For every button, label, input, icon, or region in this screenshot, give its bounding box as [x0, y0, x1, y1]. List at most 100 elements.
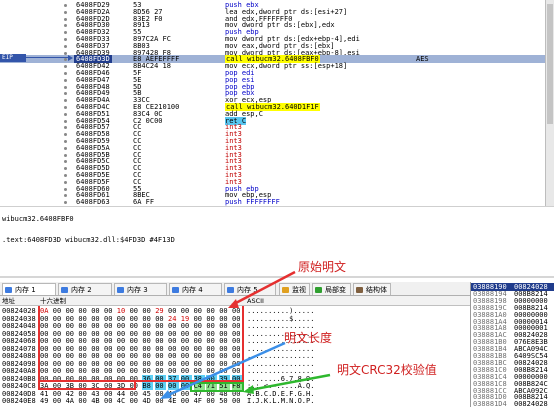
- tab-label: 内存 1: [15, 286, 36, 294]
- disasm-row[interactable]: 6408FD63 6A FF push FFFFFFFF: [0, 198, 545, 206]
- tab-icon: [61, 287, 68, 293]
- breakpoint-dot-icon[interactable]: [64, 180, 67, 184]
- header-hex: 十六进制: [40, 297, 66, 305]
- tab-dump-8[interactable]: 结构体: [353, 283, 391, 295]
- dump-byte[interactable]: 4F: [194, 397, 205, 405]
- pane-splitter[interactable]: [0, 276, 554, 278]
- dump-byte[interactable]: 4C: [117, 397, 128, 405]
- tab-dump-7[interactable]: 局部变量: [312, 283, 351, 306]
- disasm-address: 6408FD63: [76, 198, 110, 206]
- dump-address: 008240E8: [2, 397, 36, 405]
- tab-dump-2[interactable]: 内存 2: [58, 283, 112, 295]
- disassembly-scrollbar[interactable]: [545, 0, 554, 206]
- breakpoint-dot-icon[interactable]: [64, 78, 67, 82]
- dump-byte[interactable]: 50: [219, 397, 230, 405]
- breakpoint-dot-icon[interactable]: [64, 146, 67, 150]
- disassembly-pane[interactable]: 6408FD29 53 push ebx 6408FD2A 8D56 27 lea edx…: [0, 0, 554, 206]
- breakpoint-dot-icon[interactable]: [64, 112, 67, 116]
- breakpoint-dot-icon[interactable]: [64, 10, 67, 14]
- breakpoint-dot-icon[interactable]: [64, 24, 67, 28]
- dump-byte[interactable]: 00: [206, 397, 217, 405]
- dump-byte[interactable]: 4A: [66, 397, 77, 405]
- breakpoint-dot-icon[interactable]: [64, 119, 67, 123]
- breakpoint-dot-icon[interactable]: [64, 174, 67, 177]
- tab-dump-6[interactable]: 监视 1: [279, 283, 310, 306]
- memory-dump[interactable]: 00824028 0A 00 00 00 00 00 10 00 00 29 00 00 00 00 00 00…: [0, 306, 470, 407]
- tab-label: 结构体: [366, 286, 387, 294]
- scrollbar-thumb[interactable]: [547, 4, 553, 124]
- disasm-bytes: 6A FF: [133, 198, 155, 206]
- tab-label: 内存 3: [127, 286, 148, 294]
- tab-dump-3[interactable]: 内存 3: [114, 283, 167, 295]
- breakpoint-dot-icon[interactable]: [64, 160, 67, 164]
- breakpoint-dot-icon[interactable]: [64, 44, 67, 48]
- dump-tab-bar: 内存 1 内存 2 内存 3 内存 4 内存 5 监视 1局部变量 结构体: [0, 282, 470, 306]
- dump-row[interactable]: 008240E8 49 00 4A 00 4B 00 4C 00 4D 00 4E 00 4F 00 50 00…: [0, 397, 470, 405]
- tab-dump-5[interactable]: 内存 5: [224, 283, 276, 295]
- tab-icon: [315, 287, 322, 293]
- tab-icon: [172, 287, 179, 293]
- dump-byte[interactable]: 00: [78, 397, 89, 405]
- dump-byte[interactable]: 4D: [142, 397, 153, 405]
- annotation-plaintext: 原始明文: [298, 260, 347, 274]
- tab-icon: [117, 287, 124, 293]
- breakpoint-dot-icon[interactable]: [64, 4, 67, 7]
- tab-icon: [356, 287, 363, 293]
- plaintext-tail-box: [38, 380, 136, 390]
- breakpoint-dot-icon[interactable]: [64, 99, 67, 103]
- eip-arrow-icon: [68, 55, 73, 61]
- breakpoint-dot-icon[interactable]: [64, 194, 67, 198]
- tab-label: 内存 2: [71, 286, 92, 294]
- disasm-instruction: push FFFFFFFF: [225, 198, 280, 206]
- dump-byte[interactable]: 4E: [168, 397, 179, 405]
- dump-byte[interactable]: 00: [232, 397, 243, 405]
- crc-box: [190, 381, 244, 392]
- breakpoint-dot-icon[interactable]: [64, 153, 67, 157]
- breakpoint-dot-icon[interactable]: [64, 133, 67, 137]
- stack-value: 00824028: [514, 400, 548, 407]
- tab-dump-4[interactable]: 内存 4: [169, 283, 222, 295]
- info-target: wibucm32.6408FBF0: [2, 215, 74, 223]
- breakpoint-dot-icon[interactable]: [64, 17, 67, 21]
- breakpoint-dot-icon[interactable]: [64, 51, 67, 55]
- tab-label: 内存 5: [237, 286, 258, 294]
- breakpoint-dot-icon[interactable]: [64, 85, 67, 89]
- header-address: 地址: [2, 297, 15, 305]
- info-location: .text:6408FD3D wibucm32.dll:$4FD3D #4F13…: [2, 236, 175, 244]
- dump-byte[interactable]: 00: [130, 397, 141, 405]
- annotation-crc: 明文CRC32校验值: [337, 363, 437, 377]
- breakpoint-dot-icon[interactable]: [64, 31, 67, 35]
- breakpoint-dot-icon[interactable]: [64, 38, 67, 41]
- eip-marker: EIP: [0, 54, 26, 62]
- dump-byte[interactable]: 49: [40, 397, 51, 405]
- breakpoint-dot-icon[interactable]: [64, 58, 67, 62]
- dump-byte[interactable]: 00: [53, 397, 64, 405]
- stack-pane[interactable]: 03888190 00824028 03888194 008B8214 03888198…: [470, 282, 554, 407]
- breakpoint-dot-icon[interactable]: [64, 92, 67, 96]
- tab-icon: [282, 287, 289, 293]
- dump-byte[interactable]: 00: [104, 397, 115, 405]
- breakpoint-dot-icon[interactable]: [64, 106, 67, 109]
- dump-header: 地址 十六进制 ASCII: [0, 296, 470, 306]
- stack-address: 038881D4: [473, 400, 507, 407]
- breakpoint-dot-icon[interactable]: [64, 65, 67, 69]
- annotation-length: 明文长度: [284, 331, 333, 345]
- breakpoint-dot-icon[interactable]: [64, 167, 67, 171]
- info-pane: wibucm32.6408FBF0 .text:6408FD3D wibucm3…: [0, 206, 554, 278]
- stack-row[interactable]: 038881D4 00824028: [471, 400, 554, 407]
- tab-icon: [5, 287, 12, 293]
- breakpoint-dot-icon[interactable]: [64, 201, 67, 205]
- breakpoint-dot-icon[interactable]: [64, 72, 67, 75]
- tab-dump-1[interactable]: 内存 1: [2, 283, 56, 295]
- dump-byte[interactable]: 00: [155, 397, 166, 405]
- plaintext-box: [38, 306, 244, 382]
- eip-pointer-line: [26, 57, 70, 58]
- breakpoint-dot-icon[interactable]: [64, 187, 67, 191]
- breakpoint-dot-icon[interactable]: [64, 140, 67, 143]
- dump-byte[interactable]: 00: [181, 397, 192, 405]
- dump-byte[interactable]: 4B: [91, 397, 102, 405]
- dump-ascii: I.J.K.L.M.N.O.P.: [247, 397, 315, 405]
- breakpoint-dot-icon[interactable]: [64, 126, 67, 130]
- tab-icon: [227, 287, 234, 293]
- tab-label: 内存 4: [182, 286, 203, 294]
